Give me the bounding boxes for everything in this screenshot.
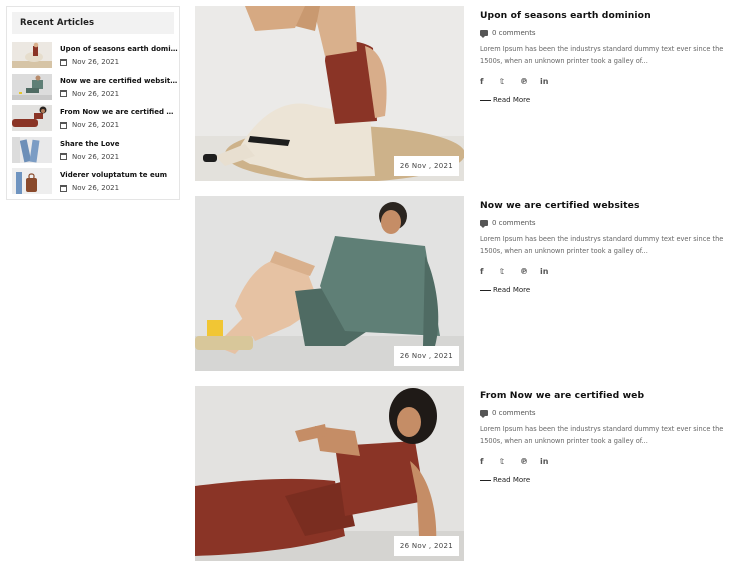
read-more-link[interactable]: Read More	[480, 476, 730, 484]
post-title[interactable]: Upon of seasons earth dominion	[480, 10, 730, 21]
calendar-icon	[60, 121, 67, 129]
recent-thumbnail[interactable]	[12, 73, 52, 100]
share-links: f 𝕥 ℗ in	[480, 267, 730, 276]
post-title[interactable]: Now we are certified websites	[480, 200, 730, 211]
recent-title[interactable]: Share the Love	[60, 140, 178, 148]
comments-count: 0 comments	[492, 219, 536, 227]
comment-icon	[480, 30, 488, 38]
post-image[interactable]: 26 Nov , 2021	[195, 386, 464, 561]
comments-link[interactable]: 0 comments	[480, 219, 730, 228]
calendar-icon	[60, 153, 67, 160]
recent-thumbnail[interactable]	[12, 105, 52, 131]
recent-date: Nov 26, 2021	[72, 152, 120, 161]
comment-icon	[480, 220, 488, 228]
recent-date: Nov 26, 2021	[72, 89, 120, 98]
date-badge: 26 Nov , 2021	[393, 346, 459, 366]
comments-link[interactable]: 0 comments	[480, 29, 730, 38]
recent-date: Nov 26, 2021	[72, 184, 120, 192]
recent-articles-widget: Recent Articles Upon of seasons earth do…	[6, 6, 180, 200]
blog-post: 26 Nov , 2021 Now we are certified websi…	[195, 196, 735, 371]
calendar-icon	[60, 58, 67, 66]
recent-item[interactable]: From Now we are certified web Nov 26, 20…	[7, 105, 179, 137]
date-badge: 26 Nov , 2021	[393, 536, 459, 556]
read-more-label: Read More	[493, 476, 531, 484]
twitter-icon[interactable]: 𝕥	[500, 457, 520, 466]
recent-title[interactable]: From Now we are certified web	[60, 108, 178, 116]
facebook-icon[interactable]: f	[480, 77, 500, 86]
calendar-icon	[60, 184, 67, 192]
post-image[interactable]: 26 Nov , 2021	[195, 196, 464, 371]
post-excerpt: Lorem Ipsum has been the industrys stand…	[480, 45, 724, 65]
facebook-icon[interactable]: f	[480, 267, 500, 276]
post-image[interactable]: 26 Nov , 2021	[195, 6, 464, 181]
post-excerpt: Lorem Ipsum has been the industrys stand…	[480, 235, 724, 255]
recent-item[interactable]: Upon of seasons earth dominion Nov 26, 2…	[7, 42, 179, 74]
recent-title[interactable]: Upon of seasons earth dominion	[60, 45, 178, 53]
twitter-icon[interactable]: 𝕥	[500, 77, 520, 86]
twitter-icon[interactable]: 𝕥	[500, 267, 520, 276]
read-more-label: Read More	[493, 96, 531, 104]
recent-date: Nov 26, 2021	[72, 58, 120, 66]
recent-date: Nov 26, 2021	[72, 121, 120, 129]
recent-item[interactable]: Now we are certified websites Nov 26, 20…	[7, 73, 179, 106]
pinterest-icon[interactable]: ℗	[520, 267, 540, 276]
recent-thumbnail[interactable]	[12, 136, 52, 163]
recent-title[interactable]: Now we are certified websites	[60, 77, 178, 85]
linkedin-icon[interactable]: in	[540, 77, 560, 86]
comments-count: 0 comments	[492, 409, 536, 417]
recent-list: Upon of seasons earth dominion Nov 26, 2…	[7, 42, 179, 200]
read-more-link[interactable]: Read More	[480, 286, 730, 294]
read-more-label: Read More	[493, 286, 531, 294]
pinterest-icon[interactable]: ℗	[520, 457, 540, 466]
recent-item[interactable]: Viderer voluptatum te eum Nov 26, 2021	[7, 168, 179, 200]
calendar-icon	[60, 90, 67, 97]
widget-header: Recent Articles	[12, 12, 174, 34]
share-links: f 𝕥 ℗ in	[480, 77, 730, 86]
date-badge: 26 Nov , 2021	[393, 156, 459, 176]
linkedin-icon[interactable]: in	[540, 267, 560, 276]
post-title[interactable]: From Now we are certified web	[480, 390, 730, 401]
recent-thumbnail[interactable]	[12, 168, 52, 194]
pinterest-icon[interactable]: ℗	[520, 77, 540, 86]
read-more-line	[480, 479, 491, 481]
blog-post: 26 Nov , 2021 From Now we are certified …	[195, 386, 735, 561]
read-more-link[interactable]: Read More	[480, 96, 730, 104]
comments-link[interactable]: 0 comments	[480, 409, 730, 418]
share-links: f 𝕥 ℗ in	[480, 457, 730, 466]
facebook-icon[interactable]: f	[480, 457, 500, 466]
recent-title[interactable]: Viderer voluptatum te eum	[60, 171, 178, 179]
recent-thumbnail[interactable]	[12, 42, 52, 68]
recent-item[interactable]: Share the Love Nov 26, 2021	[7, 136, 179, 169]
linkedin-icon[interactable]: in	[540, 457, 560, 466]
comment-icon	[480, 410, 488, 418]
read-more-line	[480, 289, 491, 291]
widget-title: Recent Articles	[20, 18, 95, 28]
comments-count: 0 comments	[492, 29, 536, 37]
post-excerpt: Lorem Ipsum has been the industrys stand…	[480, 425, 724, 445]
blog-post: 26 Nov , 2021 Upon of seasons earth domi…	[195, 6, 735, 181]
read-more-line	[480, 99, 491, 101]
